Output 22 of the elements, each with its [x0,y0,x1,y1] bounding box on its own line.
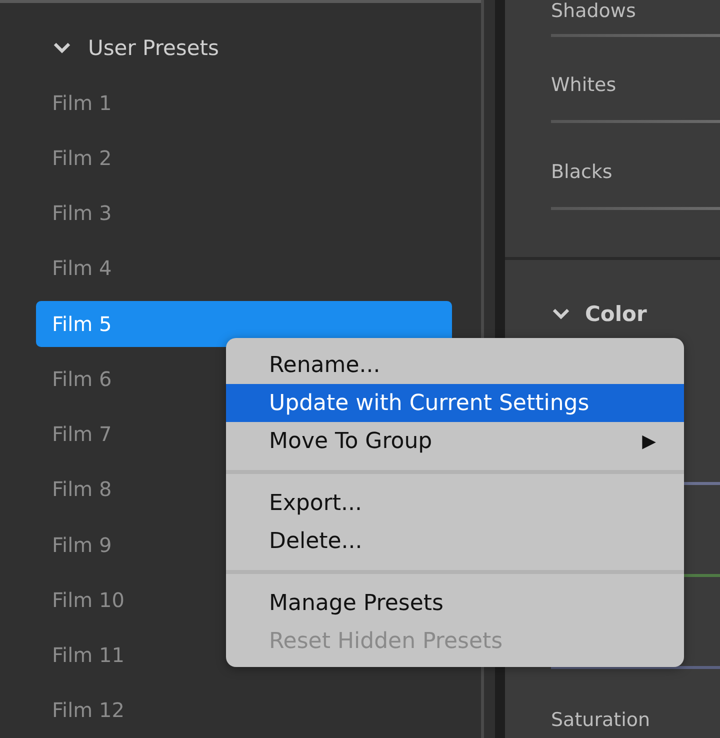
preset-item[interactable]: Film 12 [36,687,452,734]
menu-item[interactable]: Move To Group ▶ [226,422,684,460]
submenu-arrow-icon: ▶ [642,430,656,452]
slider-label: Shadows [551,0,637,22]
preset-item[interactable]: Film 2 [36,134,452,182]
slider-label: Whites [551,73,618,98]
slider-track[interactable] [551,34,720,37]
preset-item[interactable]: Film 5 [36,300,452,347]
slider-track[interactable] [551,120,720,124]
menu-item[interactable]: Rename... [226,346,684,384]
group-header[interactable]: User Presets [0,20,495,76]
slider-track[interactable] [551,207,720,210]
menu-item[interactable]: Export... [226,484,684,522]
preset-item[interactable]: Film 4 [36,245,452,292]
slider-label: Saturation [550,708,652,734]
preset-item[interactable]: Film 1 [36,80,452,126]
slider-label: Blacks [551,160,614,186]
menu-item[interactable]: Update with Current Settings [226,384,684,422]
menu-item[interactable]: Manage Presets [226,584,684,622]
section-header[interactable]: Color [505,296,720,332]
menu-item[interactable]: Delete... [226,522,684,560]
preset-item[interactable]: Film 3 [36,190,452,236]
